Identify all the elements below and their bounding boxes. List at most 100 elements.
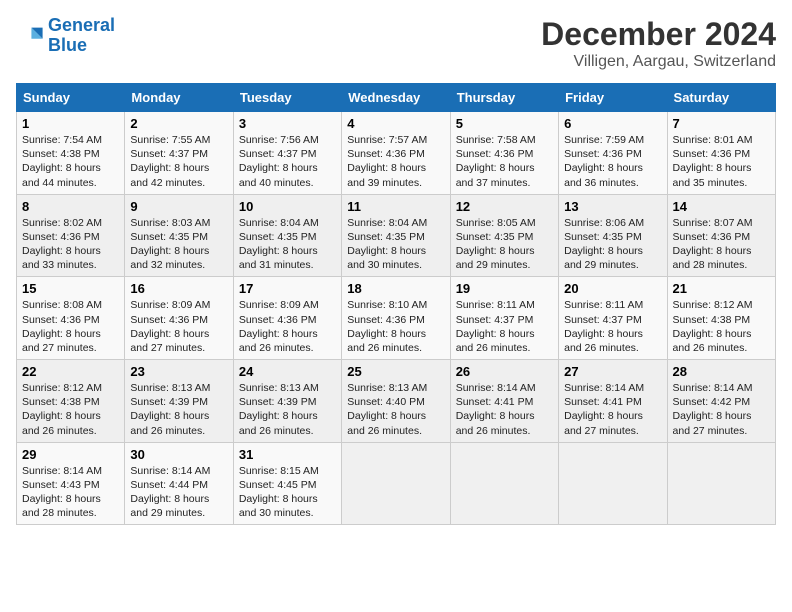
calendar-row: 22 Sunrise: 8:12 AM Sunset: 4:38 PM Dayl… bbox=[17, 360, 776, 443]
header-thursday: Thursday bbox=[450, 84, 558, 112]
weekday-header-row: Sunday Monday Tuesday Wednesday Thursday… bbox=[17, 84, 776, 112]
day-number: 6 bbox=[564, 116, 661, 131]
day-detail: Sunrise: 8:12 AM Sunset: 4:38 PM Dayligh… bbox=[673, 299, 753, 354]
calendar-cell: 21 Sunrise: 8:12 AM Sunset: 4:38 PM Dayl… bbox=[667, 277, 775, 360]
calendar-cell: 23 Sunrise: 8:13 AM Sunset: 4:39 PM Dayl… bbox=[125, 360, 233, 443]
day-detail: Sunrise: 8:08 AM Sunset: 4:36 PM Dayligh… bbox=[22, 299, 102, 354]
day-detail: Sunrise: 7:54 AM Sunset: 4:38 PM Dayligh… bbox=[22, 134, 102, 189]
day-number: 24 bbox=[239, 364, 336, 379]
calendar-cell: 26 Sunrise: 8:14 AM Sunset: 4:41 PM Dayl… bbox=[450, 360, 558, 443]
day-number: 21 bbox=[673, 281, 770, 296]
day-number: 2 bbox=[130, 116, 227, 131]
calendar-cell: 18 Sunrise: 8:10 AM Sunset: 4:36 PM Dayl… bbox=[342, 277, 450, 360]
day-detail: Sunrise: 8:01 AM Sunset: 4:36 PM Dayligh… bbox=[673, 134, 753, 189]
calendar-cell: 31 Sunrise: 8:15 AM Sunset: 4:45 PM Dayl… bbox=[233, 442, 341, 525]
calendar-cell: 29 Sunrise: 8:14 AM Sunset: 4:43 PM Dayl… bbox=[17, 442, 125, 525]
day-number: 23 bbox=[130, 364, 227, 379]
day-number: 12 bbox=[456, 199, 553, 214]
calendar-row: 1 Sunrise: 7:54 AM Sunset: 4:38 PM Dayli… bbox=[17, 112, 776, 195]
day-detail: Sunrise: 8:15 AM Sunset: 4:45 PM Dayligh… bbox=[239, 465, 319, 520]
day-number: 19 bbox=[456, 281, 553, 296]
calendar-cell: 17 Sunrise: 8:09 AM Sunset: 4:36 PM Dayl… bbox=[233, 277, 341, 360]
day-number: 25 bbox=[347, 364, 444, 379]
day-number: 27 bbox=[564, 364, 661, 379]
day-detail: Sunrise: 8:14 AM Sunset: 4:43 PM Dayligh… bbox=[22, 465, 102, 520]
day-number: 10 bbox=[239, 199, 336, 214]
day-detail: Sunrise: 8:07 AM Sunset: 4:36 PM Dayligh… bbox=[673, 217, 753, 272]
day-detail: Sunrise: 8:14 AM Sunset: 4:41 PM Dayligh… bbox=[564, 382, 644, 437]
header-monday: Monday bbox=[125, 84, 233, 112]
day-detail: Sunrise: 8:14 AM Sunset: 4:44 PM Dayligh… bbox=[130, 465, 210, 520]
calendar-cell: 12 Sunrise: 8:05 AM Sunset: 4:35 PM Dayl… bbox=[450, 194, 558, 277]
header-wednesday: Wednesday bbox=[342, 84, 450, 112]
day-detail: Sunrise: 8:11 AM Sunset: 4:37 PM Dayligh… bbox=[564, 299, 643, 354]
day-detail: Sunrise: 8:14 AM Sunset: 4:41 PM Dayligh… bbox=[456, 382, 536, 437]
day-number: 13 bbox=[564, 199, 661, 214]
calendar-title: December 2024 bbox=[541, 16, 776, 53]
day-detail: Sunrise: 8:13 AM Sunset: 4:40 PM Dayligh… bbox=[347, 382, 427, 437]
day-number: 9 bbox=[130, 199, 227, 214]
calendar-row: 29 Sunrise: 8:14 AM Sunset: 4:43 PM Dayl… bbox=[17, 442, 776, 525]
calendar-table: Sunday Monday Tuesday Wednesday Thursday… bbox=[16, 83, 776, 525]
calendar-cell: 15 Sunrise: 8:08 AM Sunset: 4:36 PM Dayl… bbox=[17, 277, 125, 360]
day-detail: Sunrise: 8:12 AM Sunset: 4:38 PM Dayligh… bbox=[22, 382, 102, 437]
calendar-cell: 24 Sunrise: 8:13 AM Sunset: 4:39 PM Dayl… bbox=[233, 360, 341, 443]
logo-icon bbox=[16, 22, 44, 50]
day-detail: Sunrise: 8:13 AM Sunset: 4:39 PM Dayligh… bbox=[130, 382, 210, 437]
logo-text: General Blue bbox=[48, 16, 115, 56]
calendar-cell: 22 Sunrise: 8:12 AM Sunset: 4:38 PM Dayl… bbox=[17, 360, 125, 443]
logo-line1: General bbox=[48, 15, 115, 35]
day-detail: Sunrise: 7:55 AM Sunset: 4:37 PM Dayligh… bbox=[130, 134, 210, 189]
calendar-cell: 8 Sunrise: 8:02 AM Sunset: 4:36 PM Dayli… bbox=[17, 194, 125, 277]
calendar-cell: 28 Sunrise: 8:14 AM Sunset: 4:42 PM Dayl… bbox=[667, 360, 775, 443]
calendar-cell: 5 Sunrise: 7:58 AM Sunset: 4:36 PM Dayli… bbox=[450, 112, 558, 195]
day-detail: Sunrise: 8:02 AM Sunset: 4:36 PM Dayligh… bbox=[22, 217, 102, 272]
day-number: 7 bbox=[673, 116, 770, 131]
day-detail: Sunrise: 8:04 AM Sunset: 4:35 PM Dayligh… bbox=[347, 217, 427, 272]
day-detail: Sunrise: 7:58 AM Sunset: 4:36 PM Dayligh… bbox=[456, 134, 536, 189]
calendar-cell bbox=[559, 442, 667, 525]
calendar-cell: 14 Sunrise: 8:07 AM Sunset: 4:36 PM Dayl… bbox=[667, 194, 775, 277]
day-number: 16 bbox=[130, 281, 227, 296]
day-number: 18 bbox=[347, 281, 444, 296]
logo: General Blue bbox=[16, 16, 115, 56]
day-detail: Sunrise: 7:57 AM Sunset: 4:36 PM Dayligh… bbox=[347, 134, 427, 189]
calendar-row: 8 Sunrise: 8:02 AM Sunset: 4:36 PM Dayli… bbox=[17, 194, 776, 277]
day-number: 20 bbox=[564, 281, 661, 296]
calendar-cell: 16 Sunrise: 8:09 AM Sunset: 4:36 PM Dayl… bbox=[125, 277, 233, 360]
calendar-cell: 20 Sunrise: 8:11 AM Sunset: 4:37 PM Dayl… bbox=[559, 277, 667, 360]
calendar-subtitle: Villigen, Aargau, Switzerland bbox=[541, 53, 776, 71]
day-number: 29 bbox=[22, 447, 119, 462]
day-detail: Sunrise: 8:04 AM Sunset: 4:35 PM Dayligh… bbox=[239, 217, 319, 272]
calendar-cell: 3 Sunrise: 7:56 AM Sunset: 4:37 PM Dayli… bbox=[233, 112, 341, 195]
calendar-row: 15 Sunrise: 8:08 AM Sunset: 4:36 PM Dayl… bbox=[17, 277, 776, 360]
calendar-cell: 6 Sunrise: 7:59 AM Sunset: 4:36 PM Dayli… bbox=[559, 112, 667, 195]
calendar-cell: 2 Sunrise: 7:55 AM Sunset: 4:37 PM Dayli… bbox=[125, 112, 233, 195]
calendar-cell: 30 Sunrise: 8:14 AM Sunset: 4:44 PM Dayl… bbox=[125, 442, 233, 525]
calendar-cell bbox=[342, 442, 450, 525]
calendar-cell: 13 Sunrise: 8:06 AM Sunset: 4:35 PM Dayl… bbox=[559, 194, 667, 277]
day-detail: Sunrise: 8:05 AM Sunset: 4:35 PM Dayligh… bbox=[456, 217, 536, 272]
calendar-cell bbox=[667, 442, 775, 525]
day-number: 31 bbox=[239, 447, 336, 462]
day-number: 30 bbox=[130, 447, 227, 462]
day-detail: Sunrise: 8:03 AM Sunset: 4:35 PM Dayligh… bbox=[130, 217, 210, 272]
day-number: 1 bbox=[22, 116, 119, 131]
day-number: 22 bbox=[22, 364, 119, 379]
header-saturday: Saturday bbox=[667, 84, 775, 112]
calendar-cell: 10 Sunrise: 8:04 AM Sunset: 4:35 PM Dayl… bbox=[233, 194, 341, 277]
day-number: 5 bbox=[456, 116, 553, 131]
calendar-cell: 4 Sunrise: 7:57 AM Sunset: 4:36 PM Dayli… bbox=[342, 112, 450, 195]
day-detail: Sunrise: 8:11 AM Sunset: 4:37 PM Dayligh… bbox=[456, 299, 535, 354]
title-block: December 2024 Villigen, Aargau, Switzerl… bbox=[541, 16, 776, 71]
header-tuesday: Tuesday bbox=[233, 84, 341, 112]
day-number: 8 bbox=[22, 199, 119, 214]
day-detail: Sunrise: 7:59 AM Sunset: 4:36 PM Dayligh… bbox=[564, 134, 644, 189]
page-header: General Blue December 2024 Villigen, Aar… bbox=[16, 16, 776, 71]
day-number: 14 bbox=[673, 199, 770, 214]
day-detail: Sunrise: 8:14 AM Sunset: 4:42 PM Dayligh… bbox=[673, 382, 753, 437]
calendar-cell: 19 Sunrise: 8:11 AM Sunset: 4:37 PM Dayl… bbox=[450, 277, 558, 360]
day-number: 17 bbox=[239, 281, 336, 296]
day-detail: Sunrise: 8:10 AM Sunset: 4:36 PM Dayligh… bbox=[347, 299, 427, 354]
day-number: 3 bbox=[239, 116, 336, 131]
